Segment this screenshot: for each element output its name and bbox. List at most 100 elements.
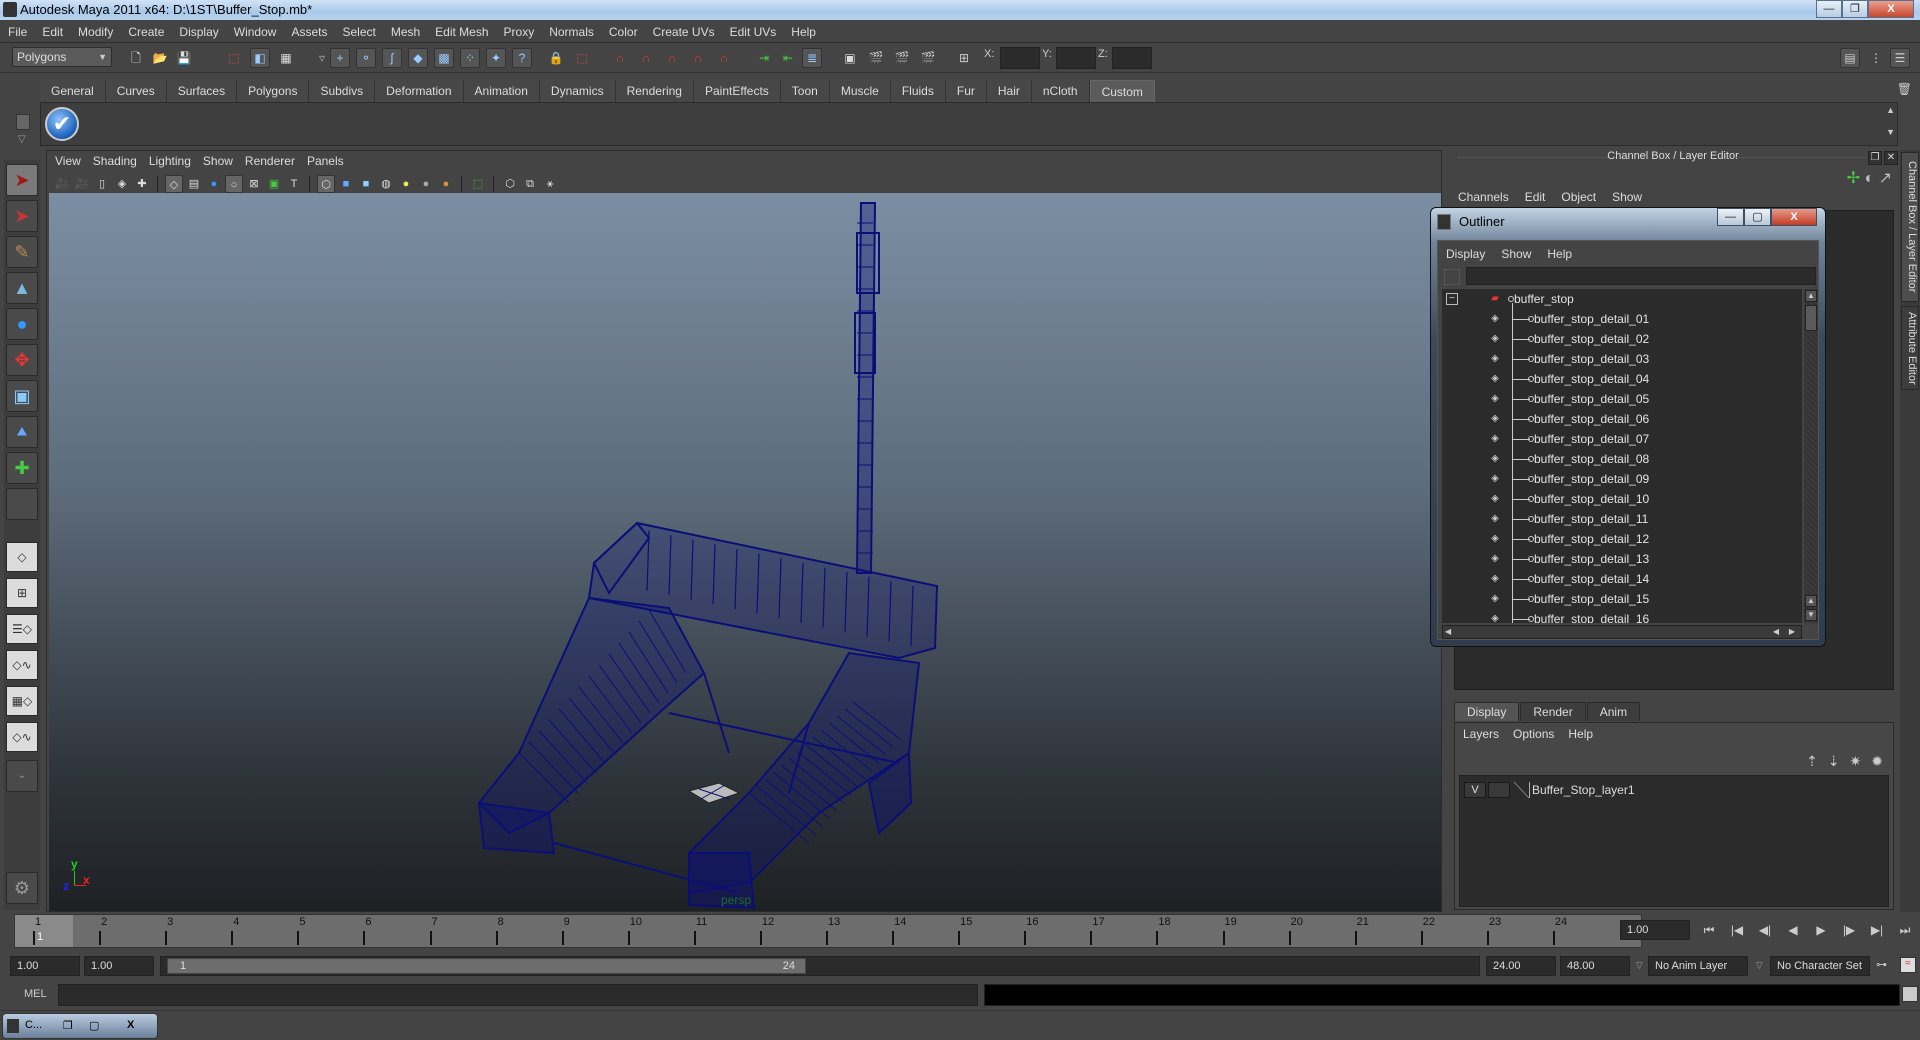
input-ops-icon[interactable]: ⇥ <box>754 48 774 68</box>
script-editor-icon[interactable] <box>1902 986 1918 1002</box>
minimize-button[interactable]: — <box>1816 0 1842 18</box>
shelf-tab-painteffects[interactable]: PaintEffects <box>693 80 781 102</box>
outliner-item[interactable]: ◈ buffer_stop_detail_16 <box>1442 609 1802 623</box>
outliner-item[interactable]: ◈ buffer_stop_detail_10 <box>1442 489 1802 509</box>
mel-command-input[interactable] <box>58 984 978 1006</box>
minimized-restore-icon[interactable]: ❐ <box>63 1019 73 1032</box>
scroll-down-icon[interactable]: ▼ <box>1805 609 1817 621</box>
scroll-left-icon[interactable]: ◀ <box>1445 627 1451 636</box>
play-forwards-icon[interactable]: ▶ <box>1810 923 1832 937</box>
ipr-render-icon[interactable]: 🎬 <box>892 48 912 68</box>
outliner-item[interactable]: ◈ buffer_stop_detail_03 <box>1442 349 1802 369</box>
collapse-icon[interactable]: − <box>1446 293 1458 305</box>
menu-proxy[interactable]: Proxy <box>504 25 535 39</box>
cb-menu-channels[interactable]: Channels <box>1458 190 1509 204</box>
select-deformations-icon[interactable]: ▩ <box>434 48 454 68</box>
end-time-field[interactable]: 48.00 <box>1560 956 1630 976</box>
mask-dropdown-icon[interactable]: ▿ <box>312 48 332 68</box>
outliner-vertical-scrollbar[interactable]: ▲ ▲ ▼ <box>1804 289 1818 623</box>
shelf-tab-hair[interactable]: Hair <box>986 80 1032 102</box>
outliner-item[interactable]: ◈ buffer_stop_detail_02 <box>1442 329 1802 349</box>
show-manipulator-icon[interactable]: ✚ <box>6 452 38 484</box>
menu-file[interactable]: File <box>8 25 27 39</box>
scroll-left-small-icon[interactable]: ◀ <box>1773 627 1779 636</box>
highlight-selection-icon[interactable]: ⬚ <box>572 48 592 68</box>
outliner-item[interactable]: ◈ buffer_stop_detail_12 <box>1442 529 1802 549</box>
wireframe-on-shaded-icon[interactable]: ■ <box>357 175 375 193</box>
shelf-scroll-down-icon[interactable]: ▼ <box>1886 127 1895 137</box>
image-plane-icon[interactable]: ◈ <box>113 175 131 193</box>
time-slider[interactable]: 1 1 2 3 4 5 6 7 8 9 10 11 12 13 14 15 16 17 18 19 20 21 22 23 2… <box>14 914 1642 948</box>
lasso-tool-icon[interactable]: ➤ <box>6 200 38 232</box>
persp-graph-layout-icon[interactable]: ◇∿ <box>6 650 38 680</box>
menu-help[interactable]: Help <box>791 25 816 39</box>
outliner-maximize-button[interactable]: ▢ <box>1744 208 1771 226</box>
smooth-shade-icon[interactable]: ■ <box>337 175 355 193</box>
layer-row[interactable]: V Buffer_Stop_layer1 <box>1464 780 1635 800</box>
layer-name[interactable]: Buffer_Stop_layer1 <box>1532 783 1635 797</box>
outliner-item[interactable]: ◈ buffer_stop_detail_11 <box>1442 509 1802 529</box>
speed-icon[interactable]: ◐ <box>1864 170 1874 187</box>
select-handles-icon[interactable]: + <box>330 48 350 68</box>
layouts-expand-icon[interactable]: ⌄ <box>6 760 38 792</box>
shadows-icon[interactable]: ● <box>437 175 455 193</box>
outliner-item[interactable]: ◈ buffer_stop_detail_14 <box>1442 569 1802 589</box>
outliner-menu-display[interactable]: Display <box>1446 247 1485 261</box>
step-forward-frame-icon[interactable]: |▶ <box>1838 923 1860 937</box>
menu-assets[interactable]: Assets <box>291 25 327 39</box>
rotate-tool-icon[interactable]: ● <box>6 308 38 340</box>
select-rendering-icon[interactable]: ✦ <box>486 48 506 68</box>
layer-menu-help[interactable]: Help <box>1568 727 1593 741</box>
checkmark-icon[interactable]: ✔ <box>45 107 79 141</box>
menu-select[interactable]: Select <box>342 25 375 39</box>
menu-edit-mesh[interactable]: Edit Mesh <box>435 25 488 39</box>
go-to-start-icon[interactable]: ⏮ <box>1698 923 1720 938</box>
select-tool-icon[interactable]: ➤ <box>6 164 38 196</box>
scroll-up-small-icon[interactable]: ▲ <box>1805 595 1817 607</box>
shelf-tab-rendering[interactable]: Rendering <box>615 80 694 102</box>
float-panel-icon[interactable]: ❐ <box>1868 151 1882 165</box>
tool-settings-toggle-icon[interactable]: ⋮ <box>1866 48 1886 68</box>
isolate-select-icon[interactable]: ⬡ <box>501 175 519 193</box>
grid-icon[interactable]: ◇ <box>165 175 183 193</box>
open-scene-icon[interactable]: 📂 <box>150 48 170 68</box>
minimized-close-icon[interactable]: X <box>127 1019 134 1031</box>
shelf-tab-general[interactable]: General <box>40 80 106 102</box>
select-curves-icon[interactable]: ∫ <box>382 48 402 68</box>
command-language-label[interactable]: MEL <box>24 988 47 1000</box>
select-component-icon[interactable]: ▦ <box>276 48 296 68</box>
menu-create-uvs[interactable]: Create UVs <box>653 25 715 39</box>
paint-select-tool-icon[interactable]: ✎ <box>6 236 38 268</box>
xray-icon[interactable]: ⧉ <box>521 175 539 193</box>
last-tool-slot[interactable] <box>6 488 38 520</box>
z-input[interactable] <box>1112 47 1152 69</box>
x-input[interactable] <box>1000 47 1040 69</box>
close-button[interactable]: X <box>1868 0 1914 18</box>
shelf-tab-fluids[interactable]: Fluids <box>890 80 946 102</box>
scroll-thumb[interactable] <box>1805 305 1817 331</box>
layer-tab-render[interactable]: Render <box>1520 702 1586 721</box>
construction-history-icon[interactable]: ≣ <box>802 48 822 68</box>
menu-display[interactable]: Display <box>179 25 218 39</box>
camera-attributes-icon[interactable]: 🎥 <box>73 175 91 193</box>
panel-menu-renderer[interactable]: Renderer <box>245 154 295 168</box>
move-layer-up-icon[interactable]: ⇡ <box>1806 753 1818 770</box>
start-time-field[interactable]: 1.00 <box>10 956 80 976</box>
outliner-item[interactable]: ◈ buffer_stop_detail_07 <box>1442 429 1802 449</box>
step-forward-key-icon[interactable]: ▶| <box>1866 923 1888 937</box>
field-chart-icon[interactable]: ⊠ <box>245 175 263 193</box>
render-settings-icon[interactable]: 🎬 <box>918 48 938 68</box>
animation-preferences-icon[interactable]: ≈ <box>1900 957 1916 973</box>
shelf-tab-toon[interactable]: Toon <box>780 80 830 102</box>
outliner-horizontal-scrollbar[interactable]: ◀ ◀ ▶ <box>1442 625 1802 639</box>
menu-window[interactable]: Window <box>234 25 277 39</box>
outliner-item[interactable]: ◈ buffer_stop_detail_05 <box>1442 389 1802 409</box>
default-lighting-icon[interactable]: ● <box>397 175 415 193</box>
output-ops-icon[interactable]: ⇤ <box>778 48 798 68</box>
shelf-tab-subdivs[interactable]: Subdivs <box>309 80 376 102</box>
go-to-end-icon[interactable]: ⏭ <box>1894 923 1916 938</box>
textured-icon[interactable]: ◍ <box>377 175 395 193</box>
cb-menu-object[interactable]: Object <box>1561 190 1596 204</box>
scroll-right-icon[interactable]: ▶ <box>1789 627 1795 636</box>
outliner-item[interactable]: ◈ buffer_stop_detail_01 <box>1442 309 1802 329</box>
